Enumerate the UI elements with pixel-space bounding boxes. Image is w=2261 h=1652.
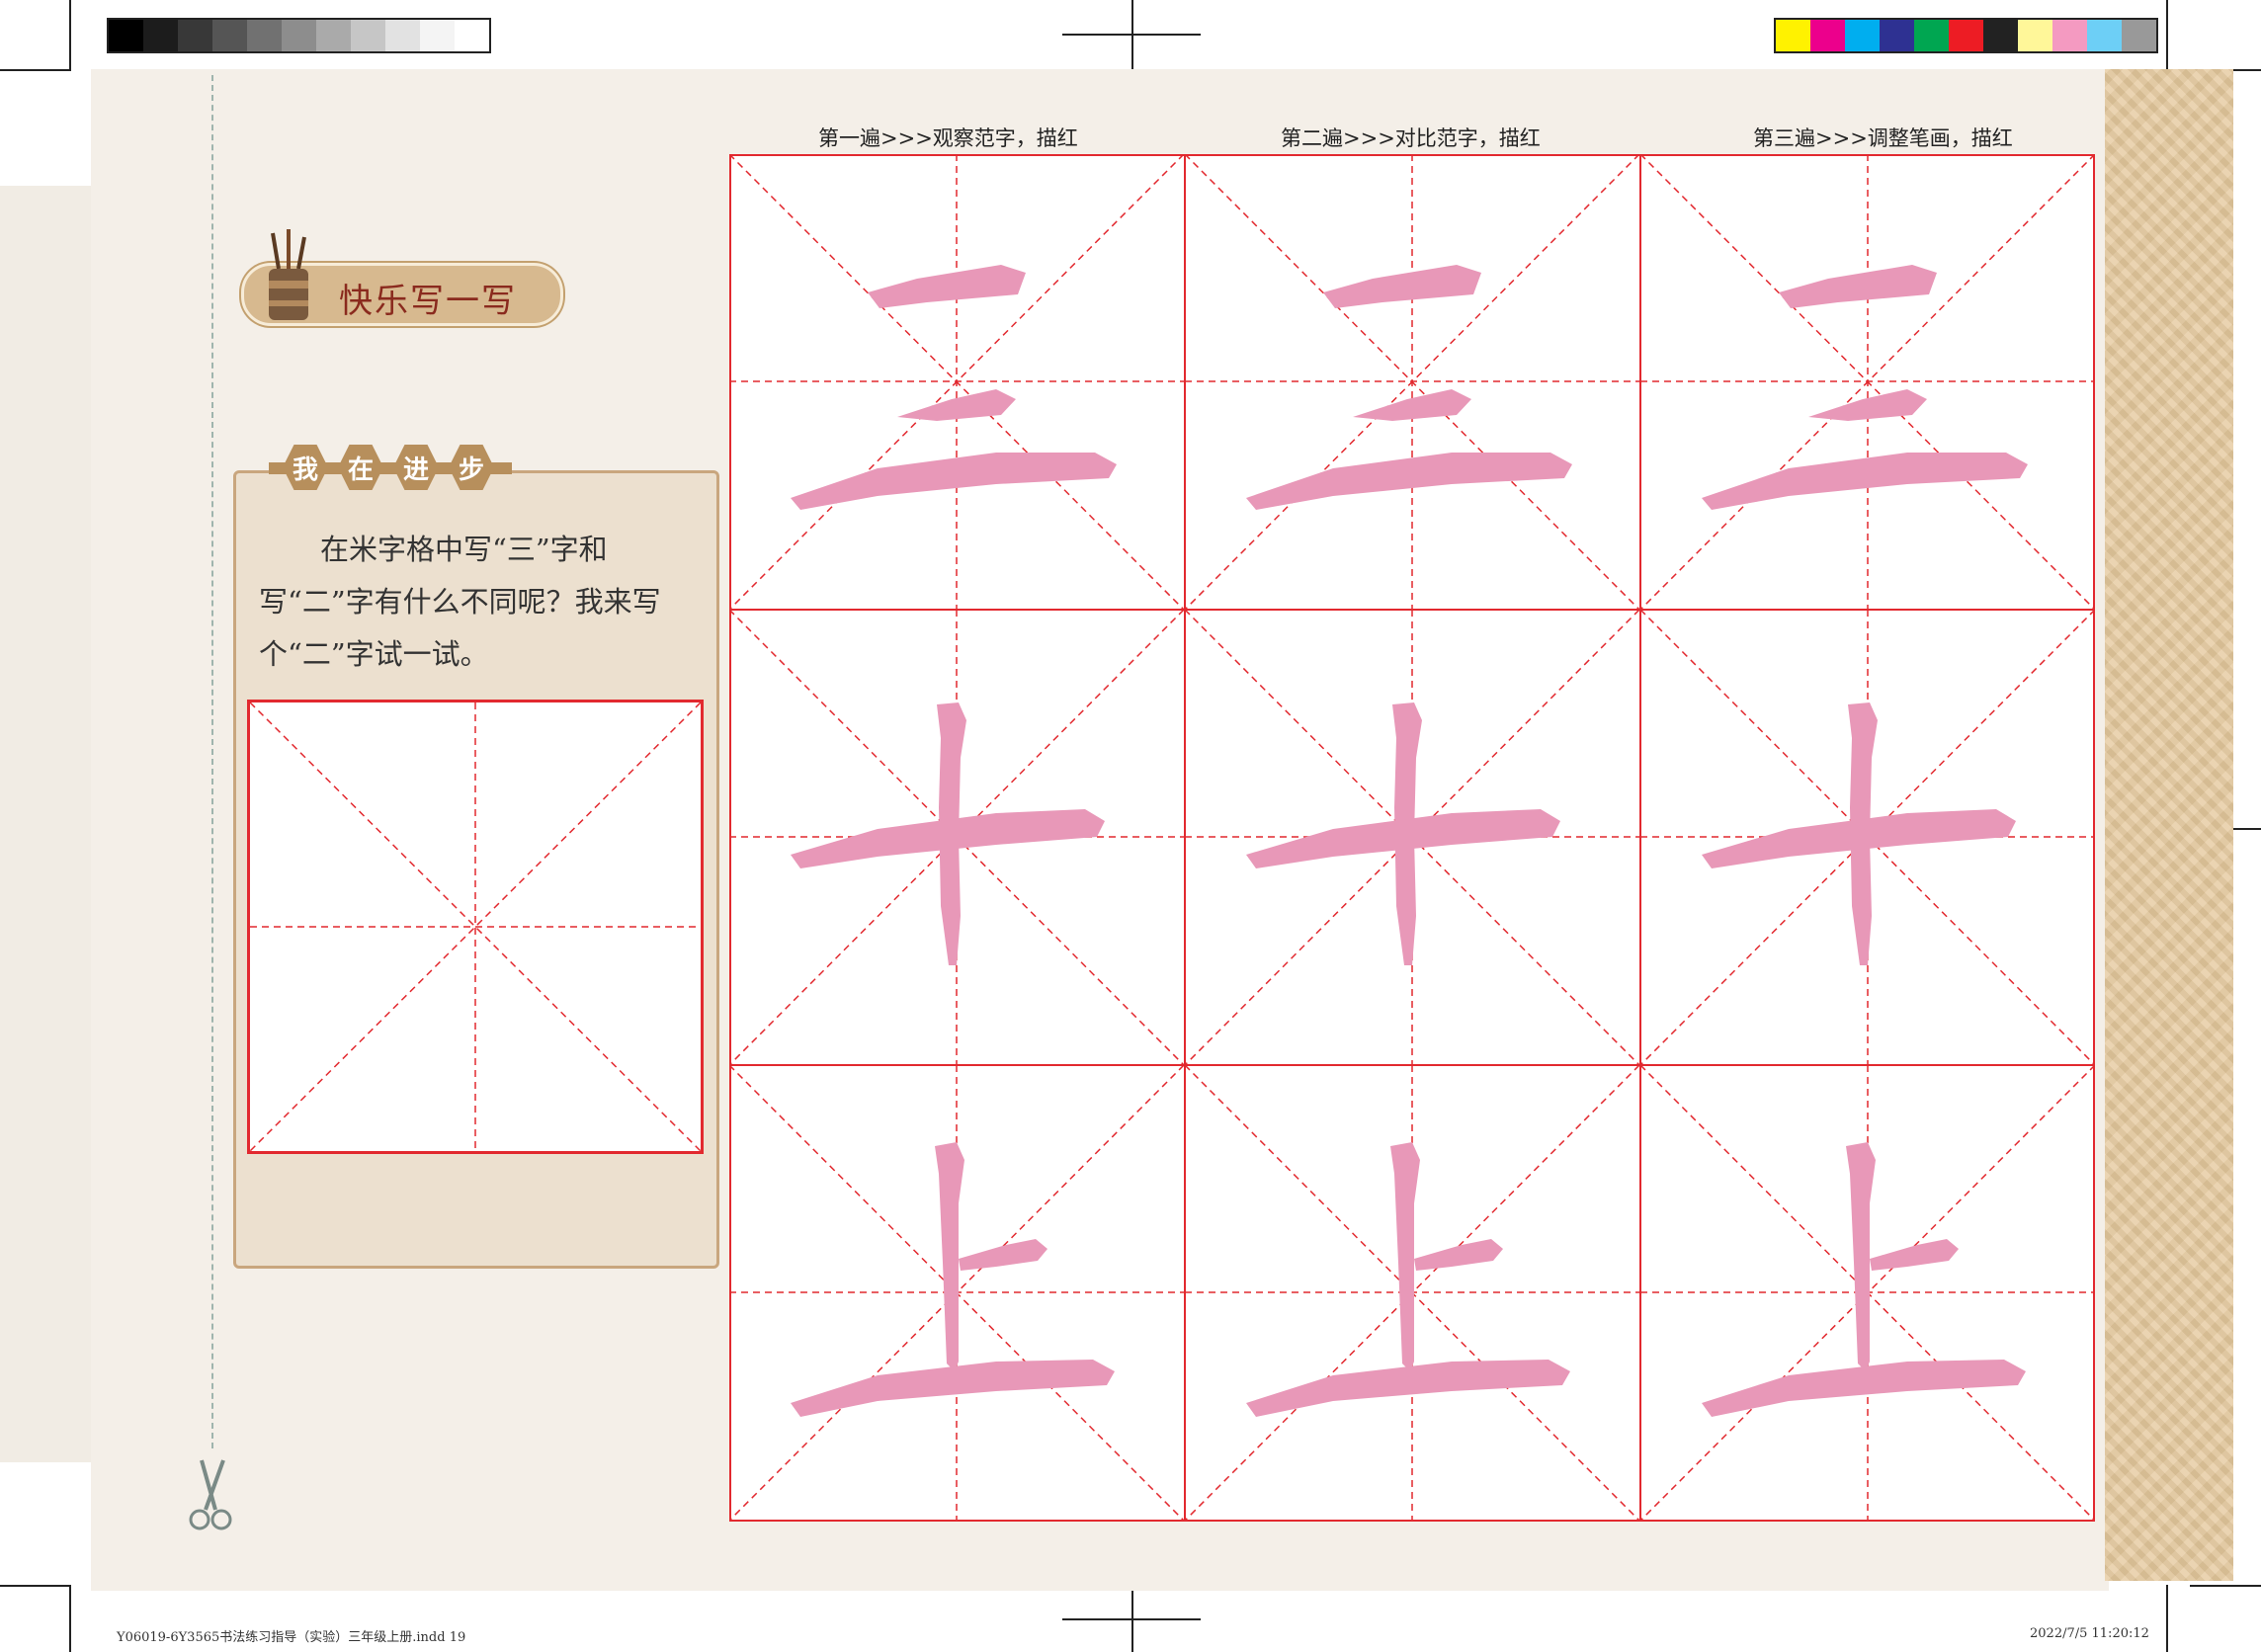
grayscale-color-bar	[107, 18, 491, 53]
crop-mark	[1062, 1618, 1201, 1620]
heading-third-pass: 第三遍>>>调整笔画，描红	[1753, 126, 2013, 150]
brush-cup-icon	[269, 229, 308, 320]
cmyk-color-bar	[1774, 18, 2158, 53]
trace-char-shang[interactable]	[729, 1065, 1185, 1521]
trace-char-san[interactable]	[729, 154, 1185, 610]
trace-char-san[interactable]	[1185, 154, 1640, 610]
paper-texture-strip	[2105, 69, 2233, 1581]
trace-char-shi[interactable]	[729, 610, 1185, 1065]
crop-mark	[2166, 0, 2168, 69]
footer-timestamp: 2022/7/5 11:20:12	[2030, 1626, 2149, 1641]
crop-mark	[69, 1585, 71, 1652]
footer-filename: Y06019-6Y3565书法练习指导（实验）三年级上册.indd 19	[117, 1630, 466, 1645]
practice-grid[interactable]	[247, 700, 704, 1154]
trace-char-shi[interactable]	[1185, 610, 1640, 1065]
cut-line	[211, 75, 213, 1448]
crop-mark	[1062, 34, 1201, 36]
trace-char-shi[interactable]	[1640, 610, 2096, 1065]
trace-char-san[interactable]	[1640, 154, 2096, 610]
trace-char-shang[interactable]	[1185, 1065, 1640, 1521]
crop-mark	[0, 69, 71, 71]
left-flap	[0, 186, 91, 1462]
heading-first-pass: 第一遍>>>观察范字，描红	[818, 126, 1078, 150]
section-title: 快乐写一写	[339, 282, 517, 321]
question-text: 在米字格中写“三”字和写“二”字有什么不同呢？我来写个“二”字试一试。	[259, 533, 661, 671]
trace-char-shang[interactable]	[1640, 1065, 2096, 1521]
scissors-icon	[189, 1459, 232, 1530]
crop-mark	[2166, 1585, 2168, 1652]
crop-mark	[69, 0, 71, 69]
tracing-grid	[729, 154, 2095, 1522]
heading-second-pass: 第二遍>>>对比范字，描红	[1281, 126, 1541, 150]
crop-mark	[0, 1585, 71, 1587]
crop-mark	[2190, 1585, 2261, 1587]
